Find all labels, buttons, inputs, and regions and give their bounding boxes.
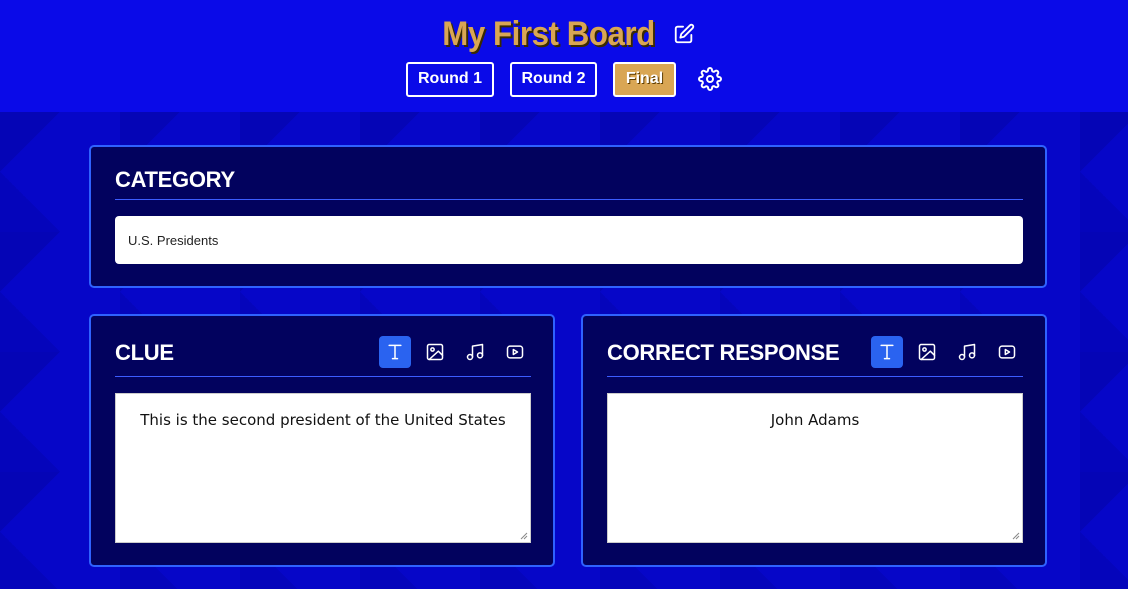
edit-icon[interactable]	[673, 23, 695, 45]
music-note-icon[interactable]	[459, 336, 491, 368]
response-heading: CORRECT RESPONSE	[607, 340, 840, 365]
clue-media-toolbar	[379, 336, 531, 368]
text-format-icon[interactable]	[871, 336, 903, 368]
video-play-icon[interactable]	[499, 336, 531, 368]
round-1-button[interactable]: Round 1	[406, 61, 494, 97]
category-heading: CATEGORY	[115, 167, 235, 192]
final-round-button[interactable]: Final	[613, 61, 676, 97]
resize-grip-icon[interactable]	[1012, 532, 1020, 540]
response-panel: CORRECT RESPONSE John Adams	[581, 314, 1047, 567]
response-textarea[interactable]: John Adams	[607, 393, 1023, 543]
resize-grip-icon[interactable]	[520, 532, 528, 540]
image-icon[interactable]	[419, 336, 451, 368]
image-icon[interactable]	[911, 336, 943, 368]
response-divider	[607, 376, 1023, 377]
clue-divider	[115, 376, 531, 377]
music-note-icon[interactable]	[951, 336, 983, 368]
clue-heading: CLUE	[115, 340, 174, 365]
clue-text: This is the second president of the Unit…	[140, 411, 506, 429]
clue-textarea[interactable]: This is the second president of the Unit…	[115, 393, 531, 543]
clue-panel: CLUE This is the second president of the…	[89, 314, 555, 567]
title-row: My First Board	[0, 12, 1128, 56]
round-2-button[interactable]: Round 2	[510, 61, 597, 97]
response-text: John Adams	[770, 411, 860, 429]
video-play-icon[interactable]	[991, 336, 1023, 368]
board-title: My First Board	[442, 14, 656, 53]
response-media-toolbar	[871, 336, 1023, 368]
round-tabs: Round 1 Round 2 Final	[0, 61, 1128, 97]
text-format-icon[interactable]	[379, 336, 411, 368]
category-input[interactable]: U.S. Presidents	[115, 216, 1023, 264]
header-bar: My First Board Round 1 Round 2 Final	[0, 0, 1128, 112]
category-divider	[115, 199, 1023, 200]
gear-icon[interactable]	[698, 67, 722, 91]
category-panel: CATEGORY U.S. Presidents	[89, 145, 1047, 288]
